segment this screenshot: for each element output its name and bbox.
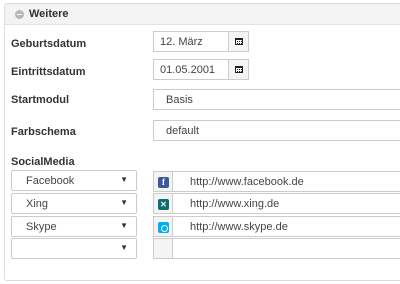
birthdate-calendar-button[interactable] xyxy=(228,31,249,52)
social-network-value: Skype xyxy=(26,221,57,233)
social-url-input[interactable] xyxy=(172,238,400,259)
chevron-down-icon: ▼ xyxy=(120,198,128,207)
colorscheme-label: Farbschema xyxy=(11,126,76,138)
entrydate-label: Eintrittsdatum xyxy=(11,66,86,78)
social-network-select[interactable]: Facebook ▼ xyxy=(11,170,137,191)
panel-header[interactable]: Weitere xyxy=(5,4,400,25)
social-network-value: Xing xyxy=(26,198,49,210)
social-url-input[interactable]: http://www.skype.de xyxy=(172,216,400,237)
calendar-icon xyxy=(235,38,243,45)
social-network-select[interactable]: ▼ xyxy=(11,238,137,259)
social-network-value: Facebook xyxy=(26,175,75,187)
social-network-select[interactable]: Xing ▼ xyxy=(11,193,137,214)
skype-icon xyxy=(158,222,169,233)
xing-icon: ✕ xyxy=(158,199,169,210)
entrydate-calendar-button[interactable] xyxy=(228,59,249,80)
facebook-icon: f xyxy=(158,177,169,188)
social-url-input[interactable]: http://www.xing.de xyxy=(172,193,400,214)
social-url-input[interactable]: http://www.facebook.de xyxy=(172,171,400,192)
social-media-label: SocialMedia xyxy=(11,156,75,168)
startmodule-label: Startmodul xyxy=(11,94,70,106)
birthdate-label: Geburtsdatum xyxy=(11,38,87,50)
social-icon-addon: ✕ xyxy=(153,193,173,214)
chevron-down-icon: ▼ xyxy=(120,175,128,184)
social-network-select[interactable]: Skype ▼ xyxy=(11,216,137,237)
birthdate-input[interactable]: 12. März xyxy=(153,31,228,52)
chevron-down-icon: ▼ xyxy=(120,243,128,252)
chevron-down-icon: ▼ xyxy=(120,221,128,230)
startmodule-select[interactable]: Basis xyxy=(153,89,400,110)
calendar-icon xyxy=(235,66,243,73)
collapse-icon[interactable] xyxy=(15,10,24,19)
entrydate-input[interactable]: 01.05.2001 xyxy=(153,59,228,80)
social-icon-addon xyxy=(153,238,173,259)
colorscheme-select[interactable]: default xyxy=(153,120,400,141)
social-icon-addon xyxy=(153,216,173,237)
social-icon-addon: f xyxy=(153,171,173,192)
panel-title: Weitere xyxy=(29,8,69,20)
